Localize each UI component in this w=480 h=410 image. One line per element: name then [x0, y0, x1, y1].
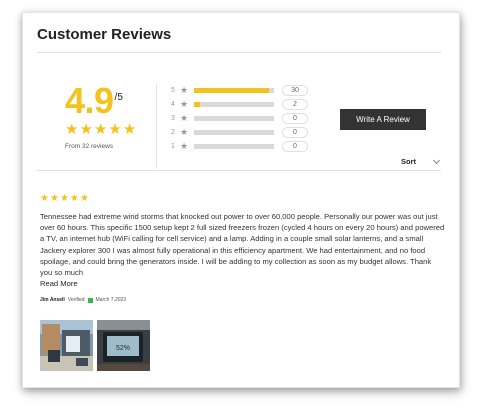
sort-label: Sort	[401, 157, 416, 166]
verified-check-icon	[87, 297, 93, 303]
bar-fill	[194, 101, 200, 107]
bar-fill	[194, 87, 270, 93]
review-item: ★ ★ ★ ★ ★ Tennessee had extreme wind sto…	[40, 194, 445, 304]
chevron-down-icon	[432, 156, 441, 164]
rating-summary: 4.9 /5 ★ ★ ★ ★ ★ From 32 reviews	[65, 80, 145, 151]
review-author: Jim Ansell	[40, 297, 65, 304]
bar-count: 30	[282, 84, 308, 96]
bar-count: 0	[282, 140, 308, 152]
star-icon: ★	[180, 98, 189, 109]
bar-track	[194, 143, 274, 149]
review-date: March 7,2023	[95, 297, 127, 304]
star-level: 3	[171, 114, 175, 122]
reviews-card: Customer Reviews 4.9 /5 ★ ★ ★ ★ ★ From 3…	[22, 12, 460, 388]
verified-label: Verified	[67, 297, 85, 304]
star-icon: ★	[49, 193, 59, 204]
score-max: /5	[114, 92, 123, 103]
star-icon: ★	[180, 126, 189, 137]
breakdown-row-2[interactable]: 2 ★ 0	[171, 125, 321, 139]
bar-count: 0	[282, 112, 308, 124]
review-photos: 52%	[40, 320, 150, 371]
divider	[37, 52, 441, 53]
photo-device-image: 52%	[97, 320, 150, 371]
divider	[37, 170, 441, 171]
bar-track	[194, 87, 274, 93]
star-icon: ★	[79, 121, 93, 138]
write-review-button[interactable]: Write A Review	[340, 109, 426, 130]
bar-track	[194, 101, 274, 107]
star-icon: ★	[79, 193, 89, 204]
star-icon: ★	[180, 112, 189, 123]
average-score: 4.9	[65, 80, 114, 121]
bar-count: 0	[282, 126, 308, 138]
page-title: Customer Reviews	[37, 26, 172, 43]
star-icon: ★	[122, 121, 137, 138]
rating-breakdown: 5 ★ 30 4 ★ 2 3 ★ 0 2 ★ 0 1 ★ 0	[171, 83, 321, 153]
star-icon: ★	[180, 140, 189, 151]
star-level: 2	[171, 128, 175, 136]
star-icon: ★	[40, 193, 49, 204]
bar-count: 2	[282, 98, 308, 110]
review-photo-1[interactable]	[40, 320, 93, 371]
star-icon: ★	[180, 84, 189, 95]
breakdown-row-5[interactable]: 5 ★ 30	[171, 83, 321, 97]
photo-outdoor-image	[40, 320, 93, 371]
read-more-link[interactable]: Read More	[40, 278, 445, 289]
star-icon: ★	[59, 193, 69, 204]
review-meta: Jim Ansell Verified March 7,2023	[40, 297, 445, 303]
display-reading: 52%	[116, 345, 130, 352]
review-count: From 32 reviews	[65, 143, 114, 150]
star-icon: ★	[108, 121, 122, 138]
breakdown-row-1[interactable]: 1 ★ 0	[171, 139, 321, 153]
star-level: 4	[171, 100, 175, 108]
star-icon: ★	[93, 121, 108, 138]
breakdown-row-4[interactable]: 4 ★ 2	[171, 97, 321, 111]
vertical-divider	[156, 83, 157, 169]
star-icon: ★	[69, 193, 79, 204]
star-icon: ★	[65, 121, 79, 138]
review-stars: ★ ★ ★ ★ ★	[40, 194, 445, 204]
star-level: 1	[171, 142, 175, 150]
review-body: Tennessee had extreme wind storms that k…	[40, 212, 445, 278]
summary-stars: ★ ★ ★ ★ ★	[65, 122, 145, 137]
bar-track	[194, 129, 274, 135]
bar-track	[194, 115, 274, 121]
review-photo-2[interactable]: 52%	[97, 320, 150, 371]
star-level: 5	[171, 86, 175, 94]
sort-dropdown[interactable]: Sort	[401, 156, 441, 166]
breakdown-row-3[interactable]: 3 ★ 0	[171, 111, 321, 125]
